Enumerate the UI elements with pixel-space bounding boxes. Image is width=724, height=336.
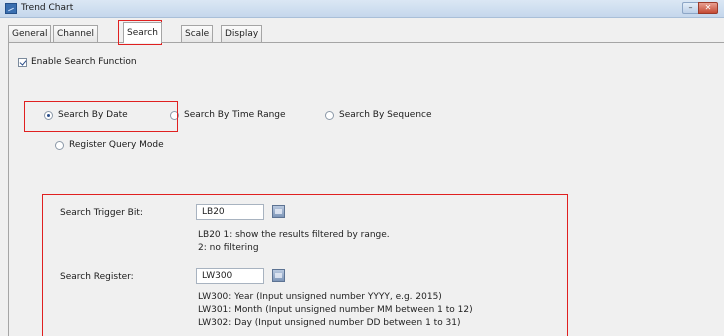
trigger-bit-description-line1: LB20 1: show the results filtered by ran… — [198, 230, 390, 240]
enable-search-checkbox[interactable] — [18, 57, 27, 67]
radio-button-selected[interactable] — [44, 110, 53, 120]
radio-button[interactable] — [325, 110, 334, 120]
register-description-line1: LW300: Year (Input unsigned number YYYY,… — [198, 292, 442, 302]
search-register-input[interactable]: LW300 — [196, 268, 264, 284]
radio-search-by-date[interactable]: Search By Date — [44, 110, 128, 120]
close-button[interactable]: ✕ — [698, 2, 718, 14]
radio-label-by-sequence: Search By Sequence — [339, 110, 432, 120]
enable-search-label: Enable Search Function — [31, 57, 137, 67]
radio-label-by-time-range: Search By Time Range — [184, 110, 286, 120]
enable-search-checkbox-row[interactable]: Enable Search Function — [18, 57, 137, 67]
register-description-line3: LW302: Day (Input unsigned number DD bet… — [198, 318, 461, 328]
register-address-picker-icon[interactable] — [272, 269, 285, 282]
window-controls: – ✕ — [682, 2, 718, 14]
radio-label-by-date: Search By Date — [58, 110, 128, 120]
tab-general[interactable]: General — [8, 25, 52, 43]
radio-search-by-time-range[interactable]: Search By Time Range — [170, 110, 286, 120]
radio-button[interactable] — [55, 140, 64, 150]
radio-label-register-query: Register Query Mode — [69, 140, 164, 150]
tab-display[interactable]: Display — [221, 25, 263, 43]
tab-search[interactable]: Search — [123, 22, 162, 43]
window-title: Trend Chart — [21, 3, 74, 13]
trigger-bit-description-line2: 2: no filtering — [198, 243, 259, 253]
window-titlebar: Trend Chart – ✕ — [0, 0, 724, 18]
radio-search-by-sequence[interactable]: Search By Sequence — [325, 110, 432, 120]
radio-button[interactable] — [170, 110, 179, 120]
register-description-line2: LW301: Month (Input unsigned number MM b… — [198, 305, 473, 315]
minimize-button[interactable]: – — [682, 2, 698, 14]
radio-register-query-mode[interactable]: Register Query Mode — [55, 140, 164, 150]
trigger-bit-address-picker-icon[interactable] — [272, 205, 285, 218]
tab-scale[interactable]: Scale — [181, 25, 214, 43]
tab-channel[interactable]: Channel — [53, 25, 98, 43]
search-trigger-bit-input[interactable]: LB20 — [196, 204, 264, 220]
search-register-label: Search Register: — [60, 272, 134, 282]
search-trigger-bit-label: Search Trigger Bit: — [60, 208, 143, 218]
trend-chart-app-icon — [5, 3, 17, 14]
